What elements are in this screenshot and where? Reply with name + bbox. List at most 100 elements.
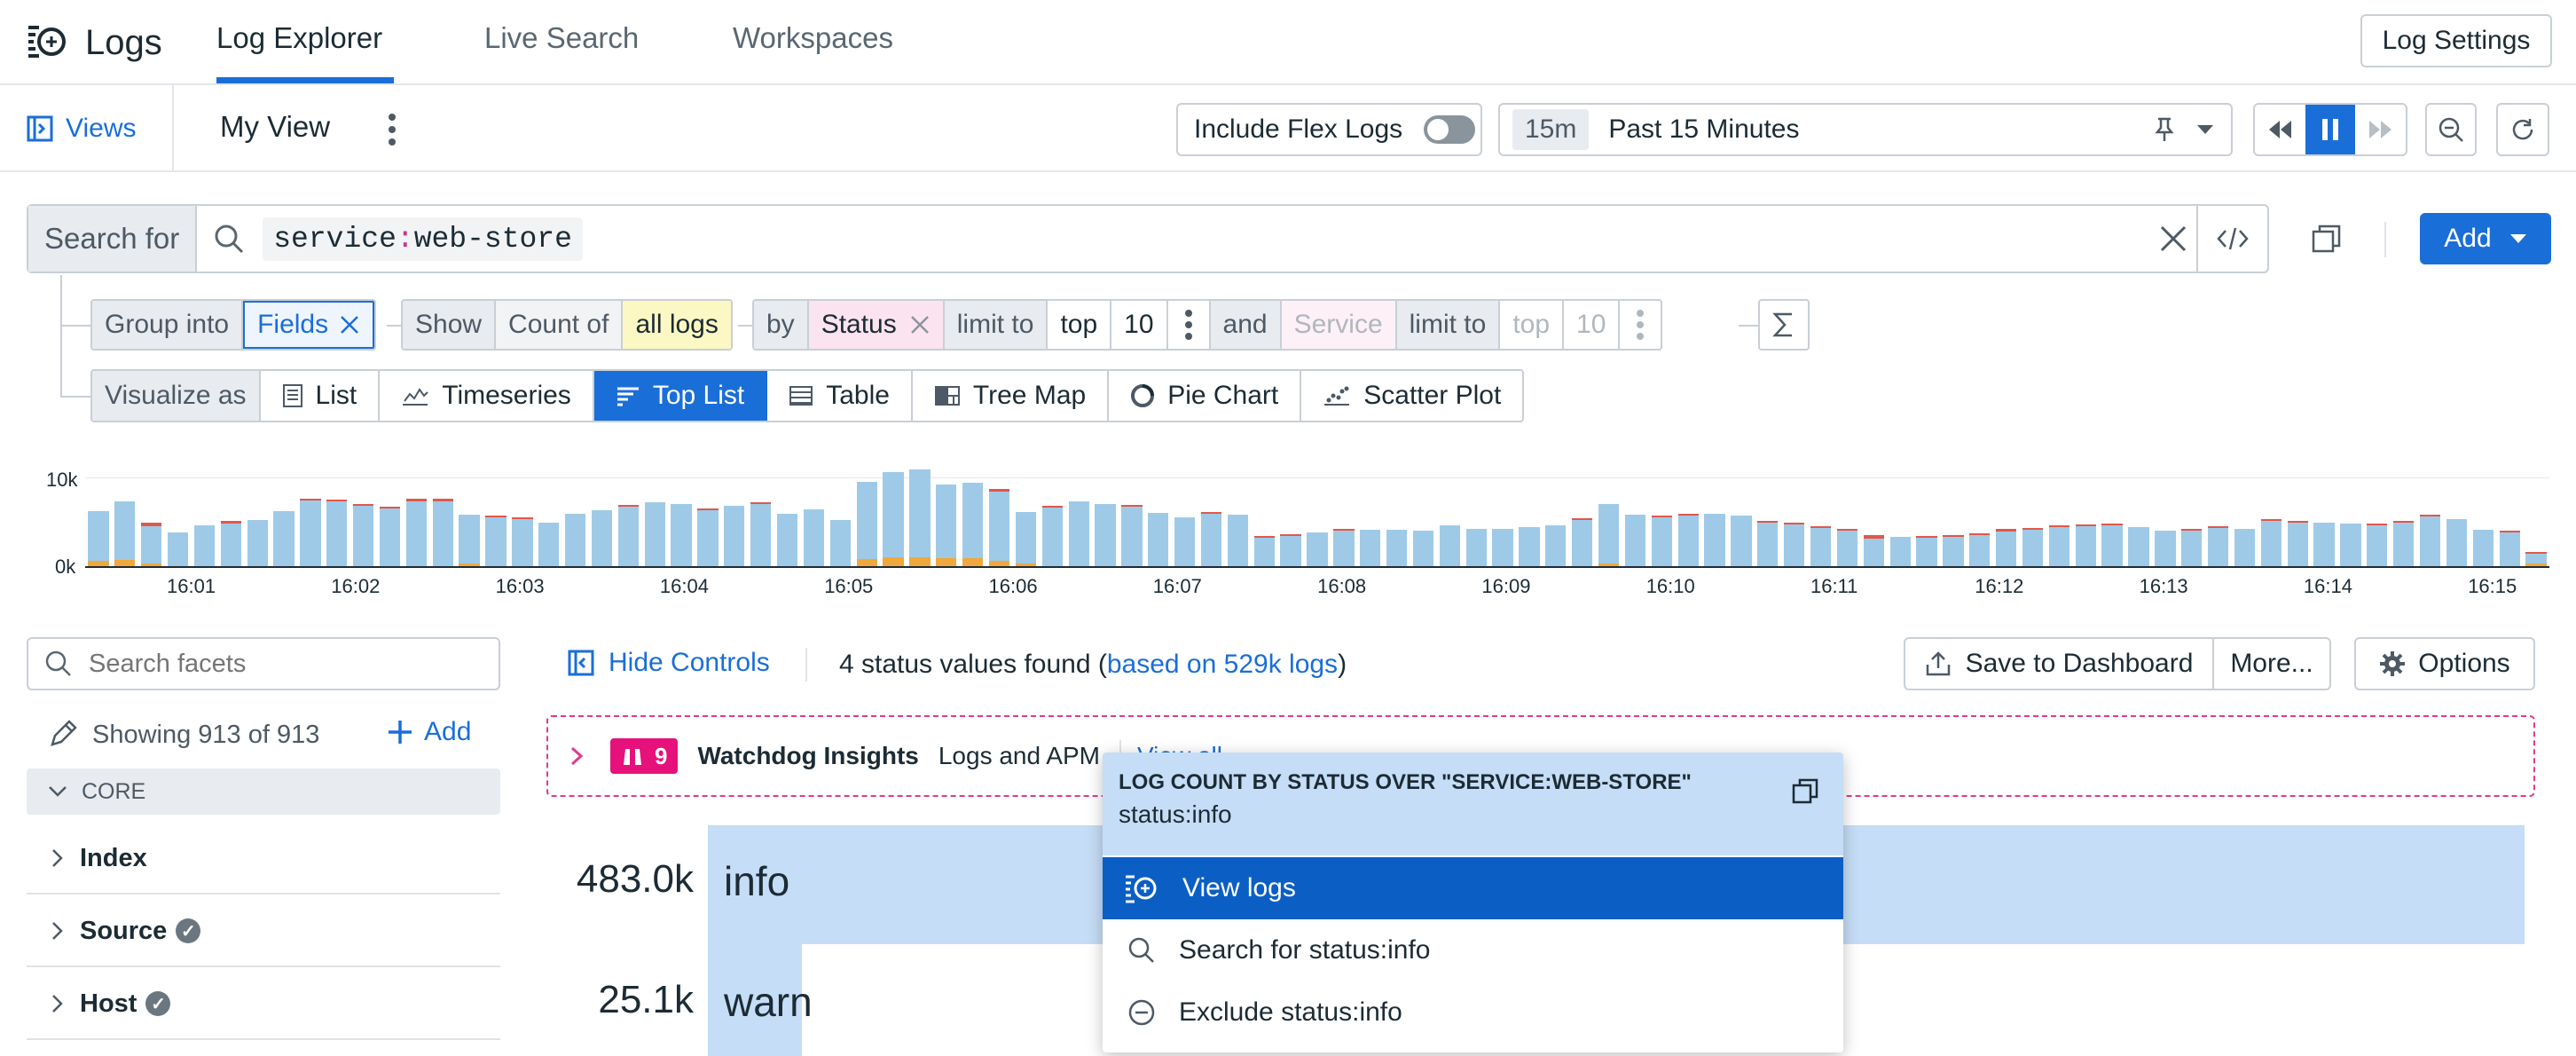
histogram-bar[interactable] — [671, 504, 692, 566]
chevron-down-icon[interactable] — [2195, 123, 2215, 136]
menu-exclude[interactable]: Exclude status:info — [1103, 981, 1843, 1044]
histogram-bar[interactable] — [326, 501, 348, 566]
histogram-bar[interactable] — [856, 559, 877, 566]
histogram-bar[interactable] — [1916, 538, 1937, 566]
histogram-bar[interactable] — [485, 516, 507, 517]
facet-search-input[interactable] — [87, 648, 481, 680]
histogram-bar[interactable] — [1677, 514, 1699, 516]
facet-search[interactable] — [27, 637, 500, 690]
histogram-bar[interactable] — [220, 524, 241, 566]
search-query[interactable]: service:web-store — [263, 217, 583, 261]
histogram-bar[interactable] — [1041, 506, 1063, 508]
histogram-bar[interactable] — [1519, 527, 1540, 566]
refresh-button[interactable] — [2496, 103, 2549, 156]
histogram-bar[interactable] — [2525, 554, 2547, 563]
histogram-bar[interactable] — [2340, 524, 2361, 566]
rewind-button[interactable] — [2255, 105, 2305, 154]
histogram-bar[interactable] — [697, 508, 719, 510]
status-facet[interactable]: Status — [808, 301, 945, 349]
histogram-bar[interactable] — [1121, 505, 1143, 507]
histogram-bar[interactable] — [909, 557, 931, 566]
save-to-dashboard-button[interactable]: Save to Dashboard — [1904, 637, 2214, 690]
histogram-bar[interactable] — [459, 515, 480, 563]
histogram-bar[interactable] — [1863, 535, 1884, 539]
hide-controls-button[interactable]: Hide Controls — [568, 648, 770, 678]
copy-query-icon[interactable] — [2312, 224, 2342, 254]
histogram-bar[interactable] — [459, 563, 480, 566]
histogram-bar[interactable] — [883, 557, 904, 566]
view-menu-kebab-icon[interactable] — [383, 112, 401, 147]
tab-live-search[interactable]: Live Search — [484, 21, 639, 55]
histogram-bar[interactable] — [697, 510, 719, 566]
histogram-bar[interactable] — [1333, 529, 1355, 531]
histogram-bar[interactable] — [538, 523, 560, 566]
viz-option-pie-chart[interactable]: Pie Chart — [1109, 371, 1302, 421]
code-view-button[interactable] — [2196, 206, 2267, 272]
histogram-bar[interactable] — [193, 525, 216, 566]
histogram-bar[interactable] — [2393, 521, 2415, 523]
histogram-bar[interactable] — [1810, 526, 1832, 528]
histogram-bar[interactable] — [1307, 532, 1328, 566]
app-brand[interactable]: Logs — [27, 16, 162, 69]
formula-button[interactable] — [1758, 299, 1810, 351]
histogram-bar[interactable] — [1757, 523, 1779, 566]
histogram-bar[interactable] — [2313, 523, 2335, 566]
histogram-bar[interactable] — [1969, 533, 1991, 535]
histogram-bar[interactable] — [300, 499, 321, 500]
histogram-bar[interactable] — [2181, 531, 2203, 566]
histogram-bar[interactable] — [2234, 529, 2256, 566]
histogram-bar[interactable] — [1598, 563, 1620, 566]
histogram-bar[interactable] — [1412, 531, 1434, 566]
histogram-bar[interactable] — [1651, 517, 1672, 566]
histogram-bar[interactable] — [141, 563, 162, 566]
histogram-bar[interactable] — [1995, 529, 2017, 532]
include-flex-logs[interactable]: Include Flex Logs — [1176, 103, 1482, 156]
histogram-bar[interactable] — [1624, 515, 1646, 566]
histogram-bar[interactable] — [2419, 516, 2441, 566]
histogram-bar[interactable] — [1121, 507, 1143, 566]
histogram-bar[interactable] — [379, 508, 401, 566]
histogram-bar[interactable] — [1889, 537, 1911, 566]
histogram-bar[interactable] — [432, 499, 453, 501]
histogram-bar[interactable] — [352, 504, 374, 506]
histogram-bar[interactable] — [2287, 521, 2308, 523]
histogram-bar[interactable] — [2075, 524, 2096, 526]
histogram-bar[interactable] — [88, 561, 109, 566]
histogram-bar[interactable] — [856, 482, 877, 559]
more-button[interactable]: More... — [2212, 637, 2331, 690]
histogram-bar[interactable] — [485, 517, 507, 566]
histogram-bar[interactable] — [1360, 530, 1381, 566]
limit-value[interactable]: 10 — [1111, 301, 1168, 349]
histogram-bar[interactable] — [962, 558, 984, 566]
histogram-bar[interactable] — [1200, 514, 1222, 566]
histogram-bar[interactable] — [1174, 517, 1196, 566]
menu-view-logs[interactable]: View logs — [1103, 857, 1843, 919]
histogram-bar[interactable] — [1041, 508, 1063, 566]
histogram-bar[interactable] — [352, 506, 374, 566]
top-selector-2[interactable]: top — [1500, 301, 1565, 349]
viz-option-top-list[interactable]: Top List — [593, 371, 768, 421]
histogram-bar[interactable] — [1227, 515, 1249, 566]
histogram-bar[interactable] — [1492, 529, 1513, 566]
histogram-bar[interactable] — [220, 521, 241, 524]
histogram-bar[interactable] — [1465, 529, 1487, 566]
histogram-bar[interactable] — [405, 499, 428, 501]
histogram-bar[interactable] — [750, 502, 772, 504]
histogram-bar[interactable] — [988, 489, 1010, 492]
histogram-bar[interactable] — [1015, 512, 1037, 563]
histogram-bar[interactable] — [2022, 528, 2044, 530]
histogram-bar[interactable] — [2207, 526, 2229, 528]
histogram-bar[interactable] — [1757, 521, 1779, 523]
viz-option-table[interactable]: Table — [767, 371, 913, 421]
facet-section-core[interactable]: CORE — [27, 768, 500, 815]
based-on-link[interactable]: based on 529k logs — [1107, 650, 1338, 679]
histogram-bar[interactable] — [247, 520, 268, 566]
histogram-bar[interactable] — [883, 472, 904, 557]
histogram-bar[interactable] — [936, 558, 957, 566]
histogram-bar[interactable] — [300, 500, 321, 566]
histogram-bar[interactable] — [2525, 552, 2547, 554]
histogram-bar[interactable] — [273, 511, 295, 566]
histogram-bar[interactable] — [724, 506, 745, 566]
limit-value-2[interactable]: 10 — [1564, 301, 1621, 349]
histogram-bar[interactable] — [2367, 525, 2388, 566]
